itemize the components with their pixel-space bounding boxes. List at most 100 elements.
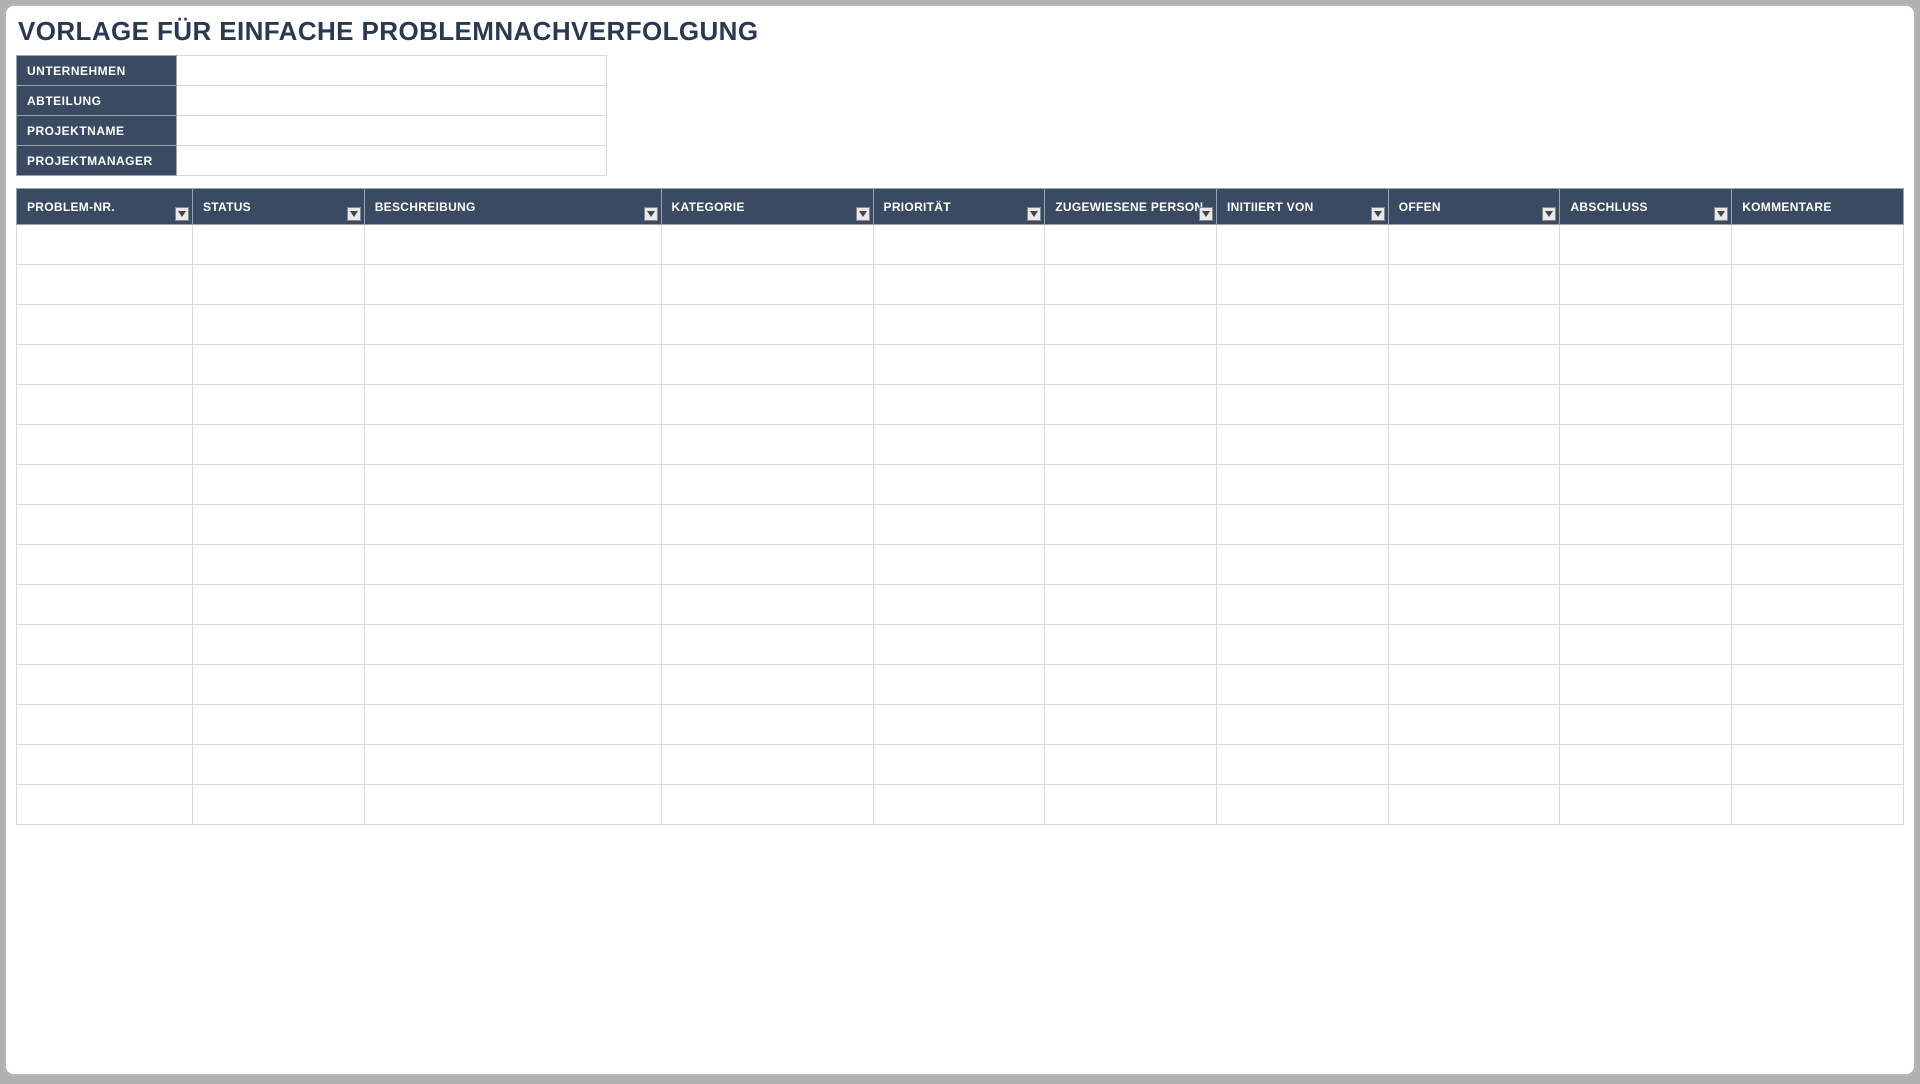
cell-input[interactable]	[1732, 345, 1903, 384]
cell-input[interactable]	[662, 265, 873, 304]
cell-input[interactable]	[1217, 545, 1388, 584]
cell-input[interactable]	[193, 305, 364, 344]
cell-input[interactable]	[662, 625, 873, 664]
cell-input[interactable]	[193, 385, 364, 424]
cell-input[interactable]	[874, 345, 1045, 384]
filter-dropdown-icon[interactable]	[644, 207, 658, 221]
cell-input[interactable]	[365, 425, 661, 464]
cell-input[interactable]	[17, 465, 192, 504]
cell-input[interactable]	[365, 585, 661, 624]
cell-input[interactable]	[1732, 705, 1903, 744]
cell-input[interactable]	[1045, 705, 1216, 744]
cell-input[interactable]	[662, 505, 873, 544]
cell-input[interactable]	[662, 225, 873, 264]
cell-input[interactable]	[17, 225, 192, 264]
cell-input[interactable]	[193, 225, 364, 264]
cell-input[interactable]	[662, 345, 873, 384]
cell-input[interactable]	[17, 785, 192, 824]
cell-input[interactable]	[1560, 505, 1731, 544]
filter-dropdown-icon[interactable]	[856, 207, 870, 221]
cell-input[interactable]	[1389, 745, 1560, 784]
cell-input[interactable]	[1045, 305, 1216, 344]
cell-input[interactable]	[365, 625, 661, 664]
cell-input[interactable]	[1045, 625, 1216, 664]
filter-dropdown-icon[interactable]	[1027, 207, 1041, 221]
cell-input[interactable]	[1732, 305, 1903, 344]
cell-input[interactable]	[193, 665, 364, 704]
cell-input[interactable]	[193, 345, 364, 384]
cell-input[interactable]	[1560, 425, 1731, 464]
cell-input[interactable]	[1217, 625, 1388, 664]
cell-input[interactable]	[1732, 585, 1903, 624]
cell-input[interactable]	[1217, 785, 1388, 824]
cell-input[interactable]	[193, 585, 364, 624]
cell-input[interactable]	[874, 585, 1045, 624]
cell-input[interactable]	[1217, 745, 1388, 784]
cell-input[interactable]	[1389, 665, 1560, 704]
cell-input[interactable]	[662, 585, 873, 624]
cell-input[interactable]	[874, 385, 1045, 424]
cell-input[interactable]	[1560, 345, 1731, 384]
cell-input[interactable]	[662, 745, 873, 784]
cell-input[interactable]	[365, 545, 661, 584]
cell-input[interactable]	[1389, 265, 1560, 304]
cell-input[interactable]	[1217, 705, 1388, 744]
cell-input[interactable]	[662, 465, 873, 504]
cell-input[interactable]	[1045, 265, 1216, 304]
cell-input[interactable]	[1389, 785, 1560, 824]
filter-dropdown-icon[interactable]	[175, 207, 189, 221]
cell-input[interactable]	[1389, 625, 1560, 664]
cell-input[interactable]	[1560, 385, 1731, 424]
filter-dropdown-icon[interactable]	[1714, 207, 1728, 221]
cell-input[interactable]	[17, 745, 192, 784]
cell-input[interactable]	[1045, 585, 1216, 624]
cell-input[interactable]	[1560, 265, 1731, 304]
cell-input[interactable]	[17, 545, 192, 584]
meta-input[interactable]	[177, 86, 606, 115]
cell-input[interactable]	[1560, 585, 1731, 624]
cell-input[interactable]	[1732, 225, 1903, 264]
cell-input[interactable]	[17, 585, 192, 624]
cell-input[interactable]	[17, 425, 192, 464]
cell-input[interactable]	[1560, 665, 1731, 704]
cell-input[interactable]	[1732, 265, 1903, 304]
cell-input[interactable]	[1045, 465, 1216, 504]
cell-input[interactable]	[1217, 465, 1388, 504]
cell-input[interactable]	[874, 745, 1045, 784]
cell-input[interactable]	[1217, 265, 1388, 304]
cell-input[interactable]	[874, 265, 1045, 304]
cell-input[interactable]	[365, 785, 661, 824]
cell-input[interactable]	[874, 785, 1045, 824]
cell-input[interactable]	[1732, 465, 1903, 504]
cell-input[interactable]	[1389, 305, 1560, 344]
cell-input[interactable]	[17, 705, 192, 744]
cell-input[interactable]	[365, 265, 661, 304]
cell-input[interactable]	[17, 305, 192, 344]
cell-input[interactable]	[1389, 505, 1560, 544]
cell-input[interactable]	[365, 465, 661, 504]
cell-input[interactable]	[17, 625, 192, 664]
cell-input[interactable]	[1560, 465, 1731, 504]
cell-input[interactable]	[1732, 425, 1903, 464]
cell-input[interactable]	[17, 385, 192, 424]
cell-input[interactable]	[1560, 745, 1731, 784]
cell-input[interactable]	[1045, 425, 1216, 464]
cell-input[interactable]	[662, 305, 873, 344]
cell-input[interactable]	[193, 705, 364, 744]
cell-input[interactable]	[1389, 385, 1560, 424]
cell-input[interactable]	[1217, 305, 1388, 344]
cell-input[interactable]	[1045, 345, 1216, 384]
cell-input[interactable]	[1389, 545, 1560, 584]
filter-dropdown-icon[interactable]	[1199, 207, 1213, 221]
cell-input[interactable]	[365, 225, 661, 264]
cell-input[interactable]	[17, 665, 192, 704]
cell-input[interactable]	[1560, 705, 1731, 744]
cell-input[interactable]	[1045, 745, 1216, 784]
cell-input[interactable]	[193, 745, 364, 784]
cell-input[interactable]	[874, 665, 1045, 704]
cell-input[interactable]	[365, 745, 661, 784]
cell-input[interactable]	[874, 225, 1045, 264]
cell-input[interactable]	[17, 505, 192, 544]
cell-input[interactable]	[1732, 545, 1903, 584]
cell-input[interactable]	[193, 425, 364, 464]
